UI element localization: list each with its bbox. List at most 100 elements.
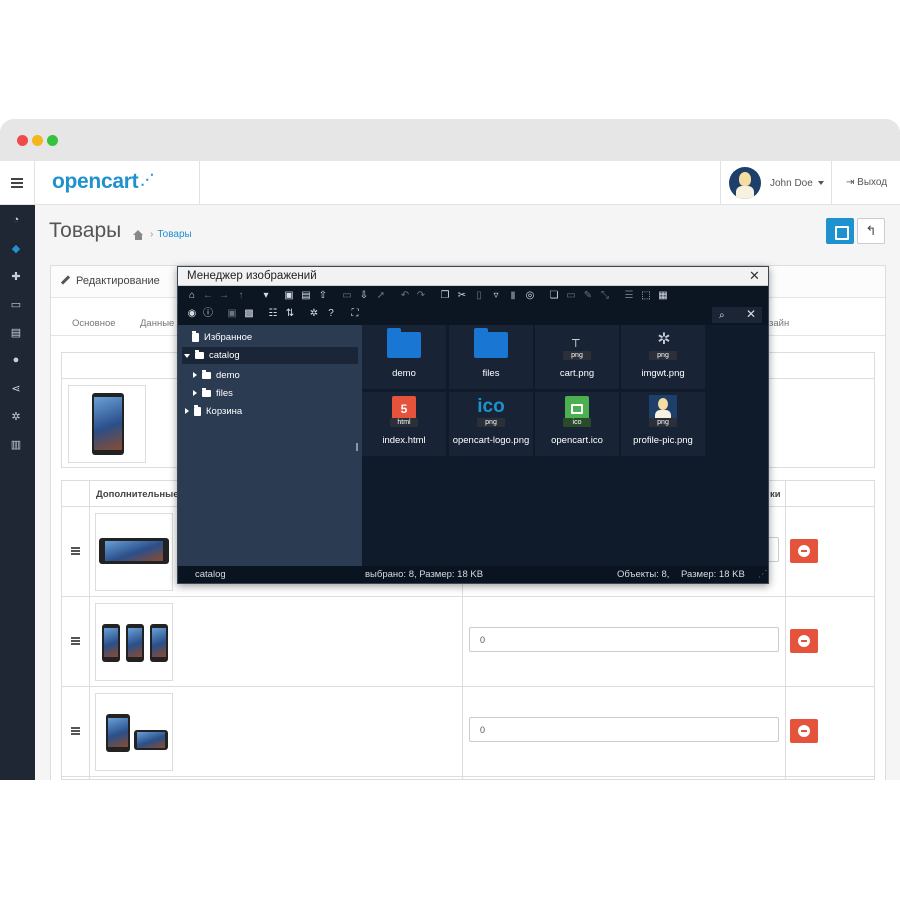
open-folder-icon[interactable]: ▭ — [341, 290, 353, 301]
help-icon[interactable]: ? — [325, 308, 337, 319]
archive-icon[interactable]: ▣ — [226, 308, 238, 319]
maximize-window-dot[interactable] — [47, 135, 58, 146]
cart-icon[interactable]: ▤ — [9, 325, 23, 339]
breadcrumb-current[interactable]: Товары — [157, 229, 191, 240]
chevron-down-icon — [817, 181, 824, 185]
pane-splitter[interactable] — [356, 443, 358, 451]
desktop-icon[interactable]: ▭ — [9, 297, 23, 311]
file-item-demo[interactable]: demo — [362, 325, 446, 389]
new-file-icon[interactable]: ▤ — [300, 290, 312, 301]
forward-arrow-icon[interactable]: → — [218, 290, 230, 301]
extract-icon[interactable]: ▩ — [243, 308, 255, 319]
image-thumbnail[interactable] — [95, 603, 173, 681]
back-arrow-icon[interactable]: ← — [202, 290, 214, 301]
dashboard-icon[interactable]: ◔ — [9, 213, 23, 227]
sort-icon[interactable]: ⇅ — [284, 308, 296, 319]
file-item-cart[interactable]: ⊤ png cart.png — [535, 325, 619, 389]
fullscreen-icon[interactable]: ⛶ — [349, 308, 361, 319]
home-icon[interactable]: ⌂ — [186, 290, 198, 301]
tree-item-files[interactable]: files — [193, 386, 233, 400]
home-icon[interactable] — [133, 229, 144, 240]
copy-icon[interactable]: ❐ — [439, 290, 451, 301]
empty-folder-icon[interactable]: ▿ — [490, 290, 502, 301]
save-button[interactable] — [826, 218, 854, 244]
tag-icon[interactable]: ◆ — [9, 241, 23, 255]
close-icon[interactable]: ✕ — [746, 307, 756, 321]
file-item-files[interactable]: files — [449, 325, 533, 389]
info-icon[interactable]: ⓘ — [202, 308, 214, 319]
paste-icon[interactable]: ▯ — [473, 290, 485, 301]
minimize-window-dot[interactable] — [32, 135, 43, 146]
network-drive-icon[interactable]: ▾ — [260, 290, 272, 301]
share-icon[interactable]: ⋖ — [9, 381, 23, 395]
dialog-title: Менеджер изображений — [187, 270, 317, 282]
upload-icon[interactable]: ⇧ — [317, 290, 329, 301]
drag-handle-icon[interactable] — [71, 637, 80, 639]
pointer-icon[interactable]: ➚ — [375, 290, 387, 301]
duplicate-icon[interactable]: ❏ — [548, 290, 560, 301]
bar-chart-icon[interactable]: ▥ — [9, 437, 23, 451]
tree-item-favorites[interactable]: Избранное — [192, 330, 252, 344]
dialog-title-bar[interactable]: Менеджер изображений ✕ — [178, 267, 768, 286]
trash-icon[interactable]: ▮ — [507, 290, 519, 301]
edit-icon[interactable]: ✎ — [582, 290, 594, 301]
image-thumbnail[interactable] — [95, 693, 173, 771]
redo-icon[interactable]: ↷ — [415, 290, 427, 301]
file-item-index-html[interactable]: 5 html index.html — [362, 392, 446, 456]
menu-toggle-button[interactable] — [0, 161, 35, 205]
hide-icon[interactable]: ◎ — [524, 290, 536, 301]
remove-image-button[interactable] — [790, 719, 818, 743]
new-folder-icon[interactable]: ▣ — [283, 290, 295, 301]
tree-item-demo[interactable]: demo — [193, 368, 240, 382]
tab-design[interactable]: зайн — [769, 318, 789, 329]
logout-link[interactable]: ⇥ Выход — [846, 177, 887, 188]
status-bar: catalog выбрано: 8, Размер: 18 KB Объект… — [178, 566, 768, 583]
file-item-opencart-ico[interactable]: ico opencart.ico — [535, 392, 619, 456]
invert-selection-icon[interactable]: ▦ — [657, 290, 669, 301]
file-item-opencart-logo[interactable]: ico png opencart-logo.png — [449, 392, 533, 456]
remove-image-button[interactable] — [790, 539, 818, 563]
rename-icon[interactable]: ▭ — [565, 290, 577, 301]
drag-handle-icon[interactable] — [71, 547, 80, 549]
download-icon[interactable]: ⇩ — [358, 290, 370, 301]
resize-grip-icon[interactable]: ⋰ — [758, 569, 768, 580]
app-header: opencart ⋰ John Doe ⇥ Выход — [0, 161, 900, 205]
phone-image — [99, 538, 169, 564]
avatar — [729, 167, 761, 199]
user-icon[interactable]: ● — [9, 353, 23, 367]
tab-data[interactable]: Данные — [140, 318, 174, 329]
sort-order-input[interactable] — [469, 627, 779, 652]
file-item-imgwt[interactable]: ✲ png imgwt.png — [621, 325, 705, 389]
tab-general[interactable]: Основное — [72, 318, 116, 329]
cut-icon[interactable]: ✂ — [456, 290, 468, 301]
close-icon[interactable]: ✕ — [749, 268, 760, 284]
gear-icon[interactable]: ✲ — [308, 308, 320, 319]
select-all-icon[interactable]: ☰ — [623, 290, 635, 301]
list-view-icon[interactable]: ☷ — [267, 308, 279, 319]
cart-icon: ⋰ — [140, 171, 154, 187]
undo-icon[interactable]: ↶ — [399, 290, 411, 301]
image-thumbnail[interactable] — [95, 513, 173, 591]
select-none-icon[interactable]: ⬚ — [640, 290, 652, 301]
eye-icon[interactable]: ◉ — [186, 308, 198, 319]
gear-icon[interactable]: ✲ — [9, 409, 23, 423]
up-arrow-icon[interactable]: ↑ — [235, 290, 247, 301]
resize-icon[interactable]: ⤡ — [599, 290, 611, 301]
puzzle-icon[interactable]: ✚ — [9, 269, 23, 283]
pencil-icon — [61, 276, 70, 285]
main-image-thumbnail[interactable] — [68, 385, 146, 463]
back-button[interactable]: ↰ — [857, 218, 885, 244]
opencart-logo[interactable]: opencart ⋰ — [52, 170, 154, 194]
remove-image-button[interactable] — [790, 629, 818, 653]
opencart-logo-icon: ico — [477, 396, 505, 417]
phone-image — [150, 624, 168, 662]
tree-item-trash[interactable]: Корзина — [185, 404, 242, 418]
file-item-profile-pic[interactable]: png profile-pic.png — [621, 392, 705, 456]
close-window-dot[interactable] — [17, 135, 28, 146]
search-icon[interactable]: ⌕ — [719, 310, 725, 321]
user-menu[interactable]: John Doe — [720, 161, 832, 205]
sort-order-input[interactable] — [469, 717, 779, 742]
panel-title: Редактирование — [76, 275, 160, 287]
drag-handle-icon[interactable] — [71, 727, 80, 729]
tree-item-catalog[interactable]: catalog — [182, 347, 358, 364]
